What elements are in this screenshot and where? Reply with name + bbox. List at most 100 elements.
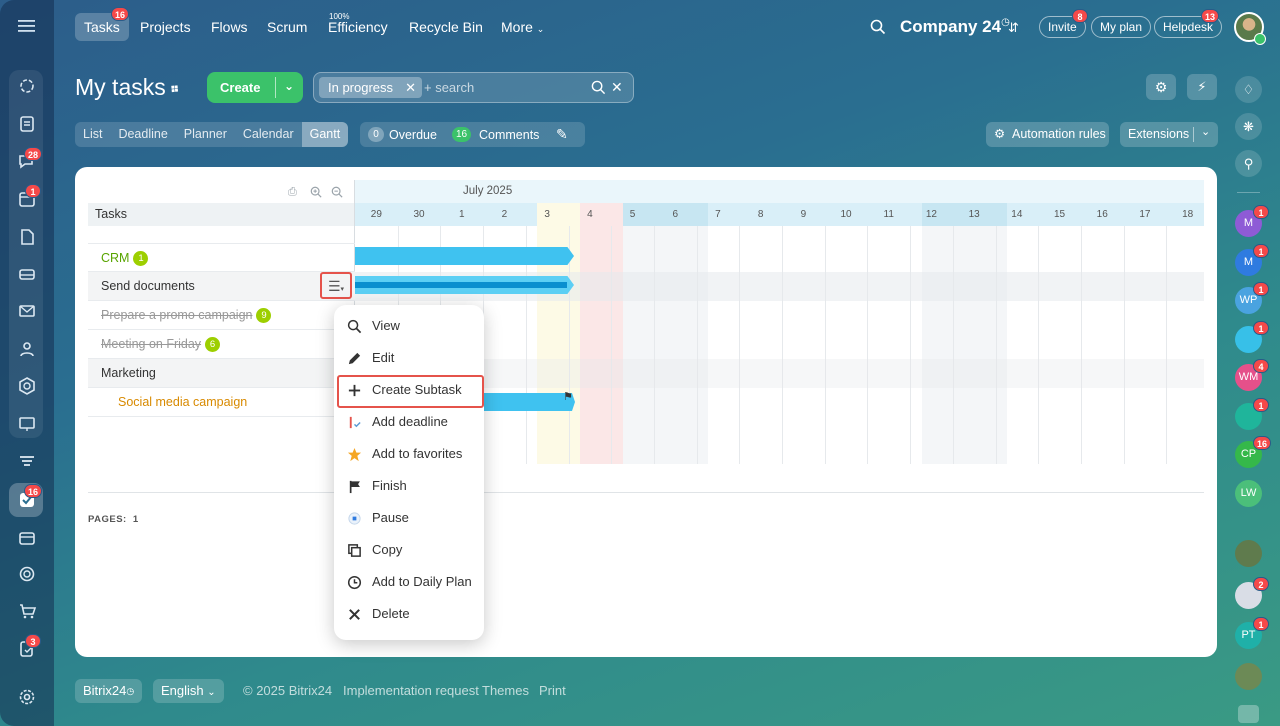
- pin-icon[interactable]: ❖: [166, 80, 183, 98]
- zoom-out-icon[interactable]: [331, 185, 343, 203]
- more-chats-icon[interactable]: [1238, 705, 1259, 723]
- tab-efficiency[interactable]: 100% Efficiency: [319, 12, 397, 41]
- pages-label: PAGES:: [88, 514, 127, 525]
- chevron-down-icon: ⌄: [207, 687, 216, 698]
- filter-icon[interactable]: [13, 447, 41, 475]
- company-name[interactable]: Company 24◷: [900, 17, 1010, 37]
- support-chat-icon[interactable]: ⚲: [1235, 150, 1262, 177]
- lightning-button[interactable]: ⚡: [1187, 74, 1217, 100]
- view-calendar[interactable]: Calendar: [235, 122, 302, 147]
- automation-label: Automation rules: [1012, 127, 1106, 141]
- menu-item-edit[interactable]: Edit: [334, 344, 484, 372]
- menu-item-add-to-favorites[interactable]: Add to favorites: [334, 440, 484, 468]
- tab-projects[interactable]: Projects: [131, 13, 200, 41]
- bell-icon[interactable]: ♢: [1235, 76, 1262, 103]
- month-label: July 2025: [463, 185, 513, 197]
- menu-item-view[interactable]: View: [334, 312, 484, 340]
- users-icon[interactable]: [13, 335, 41, 363]
- print-link[interactable]: Print: [539, 679, 566, 703]
- clock-icon: ◷: [126, 686, 135, 696]
- task-row-crm[interactable]: CRM 1: [88, 243, 355, 272]
- gantt-bar-crm[interactable]: [355, 247, 574, 265]
- tab-flows[interactable]: Flows: [202, 13, 257, 41]
- search-input[interactable]: + search: [424, 80, 474, 95]
- task-row-marketing[interactable]: Marketing: [88, 359, 355, 388]
- target-icon[interactable]: [13, 560, 41, 588]
- document-icon[interactable]: [13, 110, 41, 138]
- day-gridline: [952, 226, 954, 464]
- themes-link[interactable]: Themes: [482, 679, 529, 703]
- feed-icon[interactable]: [13, 72, 41, 100]
- menu-item-copy[interactable]: Copy: [334, 536, 484, 564]
- automation-rules-button[interactable]: ⚙ Automation rules: [986, 122, 1109, 147]
- store-icon[interactable]: [13, 523, 41, 551]
- my-plan-button[interactable]: My plan: [1091, 16, 1152, 38]
- print-icon[interactable]: ⎙: [288, 186, 297, 199]
- delete-label: Delete: [372, 606, 410, 621]
- search-filter-bar[interactable]: In progress ✕ + search ✕: [313, 72, 634, 103]
- hexagon-icon[interactable]: [13, 372, 41, 400]
- add-deadline-label: Add deadline: [372, 414, 448, 429]
- deadline-icon: [349, 416, 361, 429]
- filter-chip[interactable]: In progress ✕: [319, 77, 422, 98]
- tab-more[interactable]: More ⌄: [492, 13, 553, 41]
- spiral-icon[interactable]: ❋: [1235, 113, 1262, 140]
- extensions-button[interactable]: Extensions ⌄: [1120, 122, 1218, 147]
- docs-icon[interactable]: [13, 223, 41, 251]
- day-label: 7: [715, 209, 721, 220]
- menu-item-add-deadline[interactable]: Add deadline: [334, 408, 484, 436]
- chevron-down-icon[interactable]: ⌄: [1201, 120, 1210, 145]
- finish-label: Finish: [372, 478, 407, 493]
- search-icon: [347, 319, 362, 334]
- zoom-in-icon[interactable]: [310, 185, 322, 203]
- flag-icon: [349, 480, 360, 494]
- menu-item-add-to-daily-plan[interactable]: Add to Daily Plan: [334, 568, 484, 596]
- cart-icon[interactable]: [13, 597, 41, 625]
- menu-item-delete[interactable]: Delete: [334, 600, 484, 628]
- edit-label: Edit: [372, 350, 395, 365]
- day-gridline: [611, 226, 613, 464]
- view-deadline[interactable]: Deadline: [110, 122, 175, 147]
- settings-gear-button[interactable]: ⚙: [1146, 74, 1176, 100]
- chat-avatar-photo-1[interactable]: [1235, 540, 1262, 567]
- settings-gear-icon[interactable]: [13, 683, 41, 711]
- tab-recycle-bin[interactable]: Recycle Bin: [400, 13, 492, 41]
- day-label: 15: [1053, 209, 1066, 220]
- chip-close-icon[interactable]: ✕: [405, 77, 416, 98]
- chat-avatar[interactable]: LW: [1235, 479, 1262, 507]
- chevron-down-icon[interactable]: ⌄: [284, 79, 294, 93]
- mail-icon[interactable]: [13, 297, 41, 325]
- day-gridline: [782, 226, 783, 464]
- read-all-icon[interactable]: ✎: [556, 126, 568, 143]
- task-row-meeting[interactable]: Meeting on Friday 6: [88, 330, 355, 359]
- menu-icon[interactable]: [17, 18, 37, 34]
- drive-icon[interactable]: [13, 260, 41, 288]
- search-icon[interactable]: [591, 80, 606, 100]
- view-planner[interactable]: Planner: [176, 122, 235, 147]
- menu-item-finish[interactable]: Finish: [334, 472, 484, 500]
- company-settings-icon[interactable]: ⇵: [1008, 20, 1019, 36]
- chat-avatar-photo-2[interactable]: [1235, 663, 1262, 690]
- presentation-icon[interactable]: [13, 410, 41, 438]
- pages-value[interactable]: 1: [133, 514, 139, 525]
- overdue-filter[interactable]: Overdue: [389, 128, 437, 142]
- view-gantt[interactable]: Gantt: [301, 122, 349, 147]
- search-icon[interactable]: [870, 19, 886, 35]
- comments-filter[interactable]: Comments: [479, 128, 539, 142]
- language-select[interactable]: English ⌄: [153, 679, 224, 703]
- implementation-request-link[interactable]: Implementation request: [343, 679, 479, 703]
- task-row-send-documents[interactable]: Send documents: [88, 272, 355, 301]
- tab-scrum[interactable]: Scrum: [258, 13, 316, 41]
- app-window: 28 1 16 3 Tasks 16 Projects Flows Scrum …: [0, 0, 1280, 726]
- view-list[interactable]: List: [75, 122, 110, 147]
- day-label: 9: [800, 209, 807, 220]
- gantt-bar-social-media[interactable]: [475, 393, 575, 411]
- clear-search-icon[interactable]: ✕: [611, 79, 623, 96]
- menu-item-pause[interactable]: Pause: [334, 504, 484, 532]
- create-button[interactable]: Create ⌄: [207, 72, 303, 103]
- bitrix24-brand[interactable]: Bitrix24◷: [75, 679, 143, 703]
- task-row-social-media[interactable]: Social media campaign: [88, 388, 355, 417]
- chat-avatar-badge: 1: [1253, 320, 1269, 335]
- task-row-promo[interactable]: Prepare a promo campaign 9: [88, 301, 355, 330]
- day-label: 4: [587, 209, 593, 220]
